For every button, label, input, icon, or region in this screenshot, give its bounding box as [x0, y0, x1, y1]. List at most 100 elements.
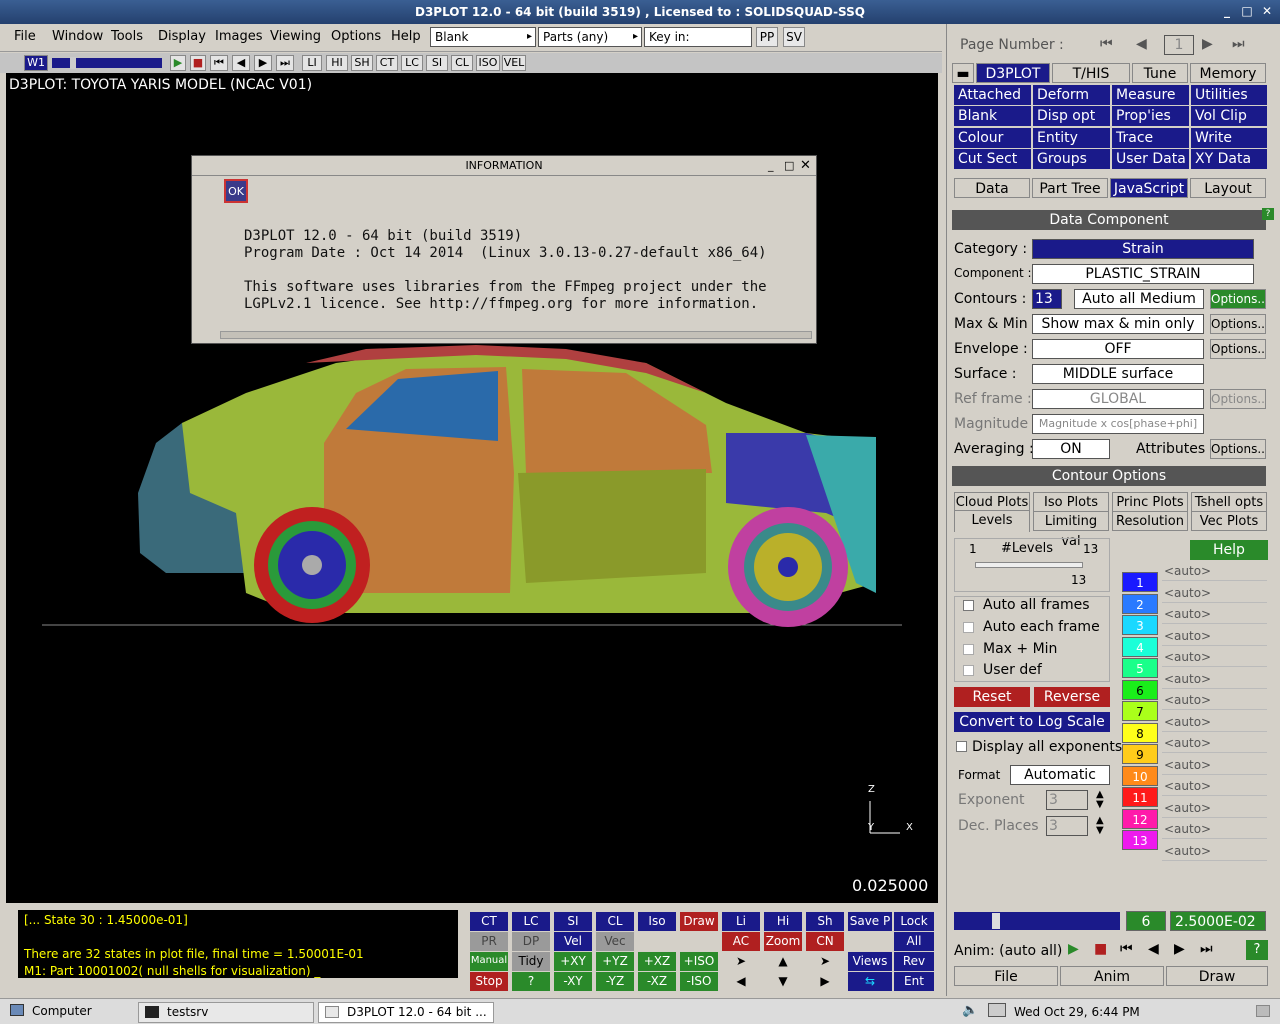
sh-quick-button[interactable]: Sh: [806, 912, 844, 931]
blank-combo[interactable]: Blank ▸: [430, 27, 536, 47]
plus-xy-button[interactable]: +XY: [554, 952, 592, 971]
blank-button[interactable]: Blank: [954, 106, 1031, 126]
level-value-field[interactable]: <auto>: [1162, 841, 1267, 861]
tab-levels[interactable]: Levels: [954, 510, 1030, 532]
pr-button[interactable]: PR: [470, 932, 508, 951]
last-page-icon[interactable]: ⏭: [1232, 36, 1245, 52]
level-value-field[interactable]: <auto>: [1162, 561, 1267, 581]
state-number-field[interactable]: 6: [1126, 911, 1166, 931]
cut-sect-button[interactable]: Cut Sect: [954, 149, 1031, 169]
draw-button[interactable]: Draw: [680, 912, 718, 931]
maximize-icon[interactable]: □: [1240, 4, 1254, 18]
envelope-button[interactable]: OFF: [1032, 339, 1204, 359]
tab-vec-plots[interactable]: Vec Plots: [1191, 511, 1267, 531]
attributes-options-button[interactable]: Options..: [1210, 439, 1266, 459]
user-def-checkbox[interactable]: [963, 665, 974, 676]
last-frame-icon[interactable]: ⏭: [276, 55, 294, 71]
ct-button[interactable]: CT: [376, 55, 398, 71]
level-color-swatch[interactable]: 10: [1122, 765, 1158, 786]
utilities-button[interactable]: Utilities: [1191, 85, 1267, 105]
level-value-field[interactable]: <auto>: [1162, 583, 1267, 603]
level-color-swatch[interactable]: 5: [1122, 658, 1158, 678]
level-color-swatch[interactable]: 9: [1122, 744, 1158, 764]
dec-places-spinner-icon[interactable]: ▲ ▼: [1096, 816, 1104, 836]
frame-slider[interactable]: [954, 912, 1120, 930]
show-desktop-icon[interactable]: [1256, 1005, 1270, 1017]
level-color-swatch[interactable]: 2: [1122, 593, 1158, 614]
next-frame-icon[interactable]: ▶: [254, 55, 272, 71]
next-page-icon[interactable]: ▶: [1202, 36, 1213, 52]
max-min-checkbox[interactable]: [963, 644, 974, 655]
convert-log-button[interactable]: Convert to Log Scale: [954, 712, 1110, 732]
arrow-down-icon[interactable]: ▼: [764, 972, 802, 991]
minimize-icon[interactable]: _: [1220, 4, 1234, 18]
all-button[interactable]: All: [894, 932, 934, 951]
category-select[interactable]: Strain: [1032, 239, 1254, 259]
contours-count-field[interactable]: 13: [1032, 289, 1062, 309]
properties-button[interactable]: Prop'ies: [1112, 106, 1189, 126]
vel-button[interactable]: VEL: [502, 55, 526, 71]
vec-button[interactable]: Vec: [596, 932, 634, 951]
tab-part-tree[interactable]: Part Tree: [1032, 178, 1108, 198]
anim-stop-icon[interactable]: ■: [1094, 941, 1107, 957]
tab-tshell-opts[interactable]: Tshell opts: [1191, 492, 1267, 512]
collapse-icon[interactable]: ▬: [952, 63, 974, 83]
tab-tune[interactable]: Tune: [1132, 63, 1188, 83]
iso-quick-button[interactable]: Iso: [638, 912, 676, 931]
lock-button[interactable]: Lock: [894, 912, 934, 931]
exponent-field[interactable]: 3: [1046, 790, 1088, 810]
refframe-select[interactable]: GLOBAL: [1032, 389, 1204, 409]
level-value-field[interactable]: <auto>: [1162, 798, 1267, 818]
task-testsrv[interactable]: testsrv: [138, 1002, 314, 1023]
dialog-maximize-icon[interactable]: □: [784, 156, 794, 176]
dialog-minimize-icon[interactable]: _: [768, 156, 774, 176]
first-page-icon[interactable]: ⏮: [1100, 36, 1113, 52]
pan-arrows-icon[interactable]: ⇆: [848, 972, 892, 991]
lc-quick-button[interactable]: LC: [512, 912, 550, 931]
vol-clip-button[interactable]: Vol Clip: [1191, 106, 1267, 126]
level-color-swatch[interactable]: 13: [1122, 830, 1158, 850]
hi-quick-button[interactable]: Hi: [764, 912, 802, 931]
window-w1-button[interactable]: W1: [24, 55, 48, 71]
anim-next-icon[interactable]: ▶: [1174, 941, 1185, 957]
contours-options-button[interactable]: Options..: [1210, 289, 1266, 309]
volume-icon[interactable]: 🔈: [962, 1003, 978, 1018]
reverse-button[interactable]: Reverse: [1034, 687, 1110, 707]
computer-label[interactable]: Computer: [32, 1004, 92, 1018]
bottom-tab-file[interactable]: File: [954, 966, 1058, 986]
trace-button[interactable]: Trace: [1112, 128, 1189, 148]
plus-xz-button[interactable]: +XZ: [638, 952, 676, 971]
attached-button[interactable]: Attached: [954, 85, 1031, 105]
li-quick-button[interactable]: Li: [722, 912, 760, 931]
views-button[interactable]: Views: [848, 952, 892, 971]
ok-button[interactable]: OK: [224, 179, 248, 203]
level-value-field[interactable]: <auto>: [1162, 819, 1267, 839]
ct-quick-button[interactable]: CT: [470, 912, 508, 931]
component-select[interactable]: PLASTIC_STRAIN: [1032, 264, 1254, 284]
cl-quick-button[interactable]: CL: [596, 912, 634, 931]
averaging-select[interactable]: ON: [1032, 439, 1110, 459]
groups-button[interactable]: Groups: [1033, 149, 1110, 169]
menu-window[interactable]: Window: [52, 29, 103, 44]
level-color-swatch[interactable]: 11: [1122, 787, 1158, 807]
user-data-button[interactable]: User Data: [1112, 149, 1189, 169]
refframe-options-button[interactable]: Options..: [1210, 389, 1266, 409]
tab-data[interactable]: Data: [954, 178, 1030, 198]
menu-viewing[interactable]: Viewing: [270, 29, 321, 44]
minus-yz-button[interactable]: -YZ: [596, 972, 634, 991]
level-value-field[interactable]: <auto>: [1162, 647, 1267, 667]
si-button[interactable]: SI: [426, 55, 448, 71]
minus-xy-button[interactable]: -XY: [554, 972, 592, 991]
state-time-field[interactable]: 2.5000E-02: [1170, 911, 1266, 931]
sh-button[interactable]: SH: [351, 55, 373, 71]
ac-button[interactable]: AC: [722, 932, 760, 951]
anim-help-icon[interactable]: ?: [1246, 940, 1268, 960]
plus-iso-button[interactable]: +ISO: [680, 952, 718, 971]
minus-iso-button[interactable]: -ISO: [680, 972, 718, 991]
tab-princ-plots[interactable]: Princ Plots: [1112, 492, 1188, 512]
dialog-h-scrollbar[interactable]: [220, 331, 812, 339]
anim-last-icon[interactable]: ⏭: [1200, 941, 1213, 957]
si-quick-button[interactable]: SI: [554, 912, 592, 931]
menu-images[interactable]: Images: [215, 29, 263, 44]
pp-button[interactable]: PP: [756, 27, 778, 47]
